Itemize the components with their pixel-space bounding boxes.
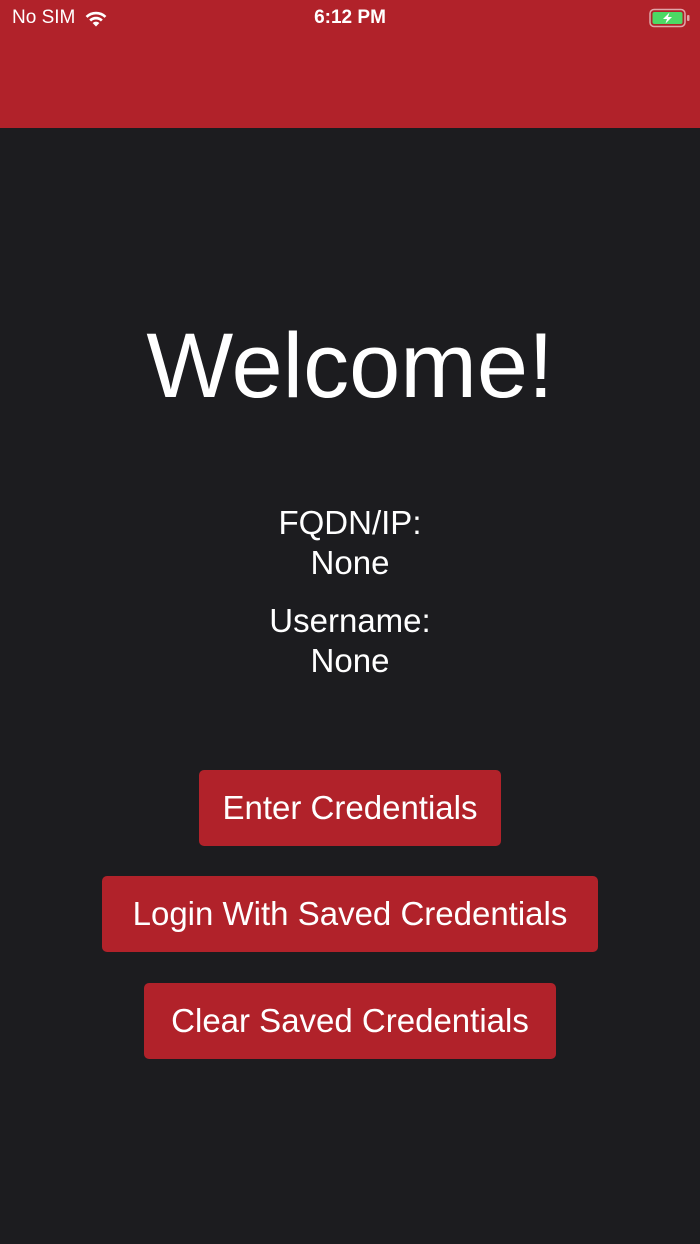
battery-charging-icon bbox=[649, 8, 690, 28]
status-time: 6:12 PM bbox=[314, 7, 386, 28]
username-label: Username: bbox=[269, 602, 431, 639]
fqdn-info: FQDN/IP: None bbox=[0, 503, 700, 583]
status-bar: No SIM 6:12 PM bbox=[0, 0, 700, 36]
username-value: None bbox=[310, 642, 390, 679]
app-header: No SIM 6:12 PM bbox=[0, 0, 700, 128]
fqdn-value: None bbox=[310, 544, 390, 581]
username-info: Username: None bbox=[0, 601, 700, 681]
fqdn-label: FQDN/IP: bbox=[278, 504, 422, 541]
login-saved-credentials-button[interactable]: Login With Saved Credentials bbox=[102, 876, 598, 952]
app-screen: No SIM 6:12 PM Welcome! FQDN/IP: None Us… bbox=[0, 0, 700, 1244]
main-content: Welcome! FQDN/IP: None Username: None En… bbox=[0, 128, 700, 1244]
welcome-title: Welcome! bbox=[146, 315, 554, 417]
enter-credentials-button[interactable]: Enter Credentials bbox=[199, 770, 501, 846]
clear-saved-credentials-button[interactable]: Clear Saved Credentials bbox=[144, 983, 556, 1059]
